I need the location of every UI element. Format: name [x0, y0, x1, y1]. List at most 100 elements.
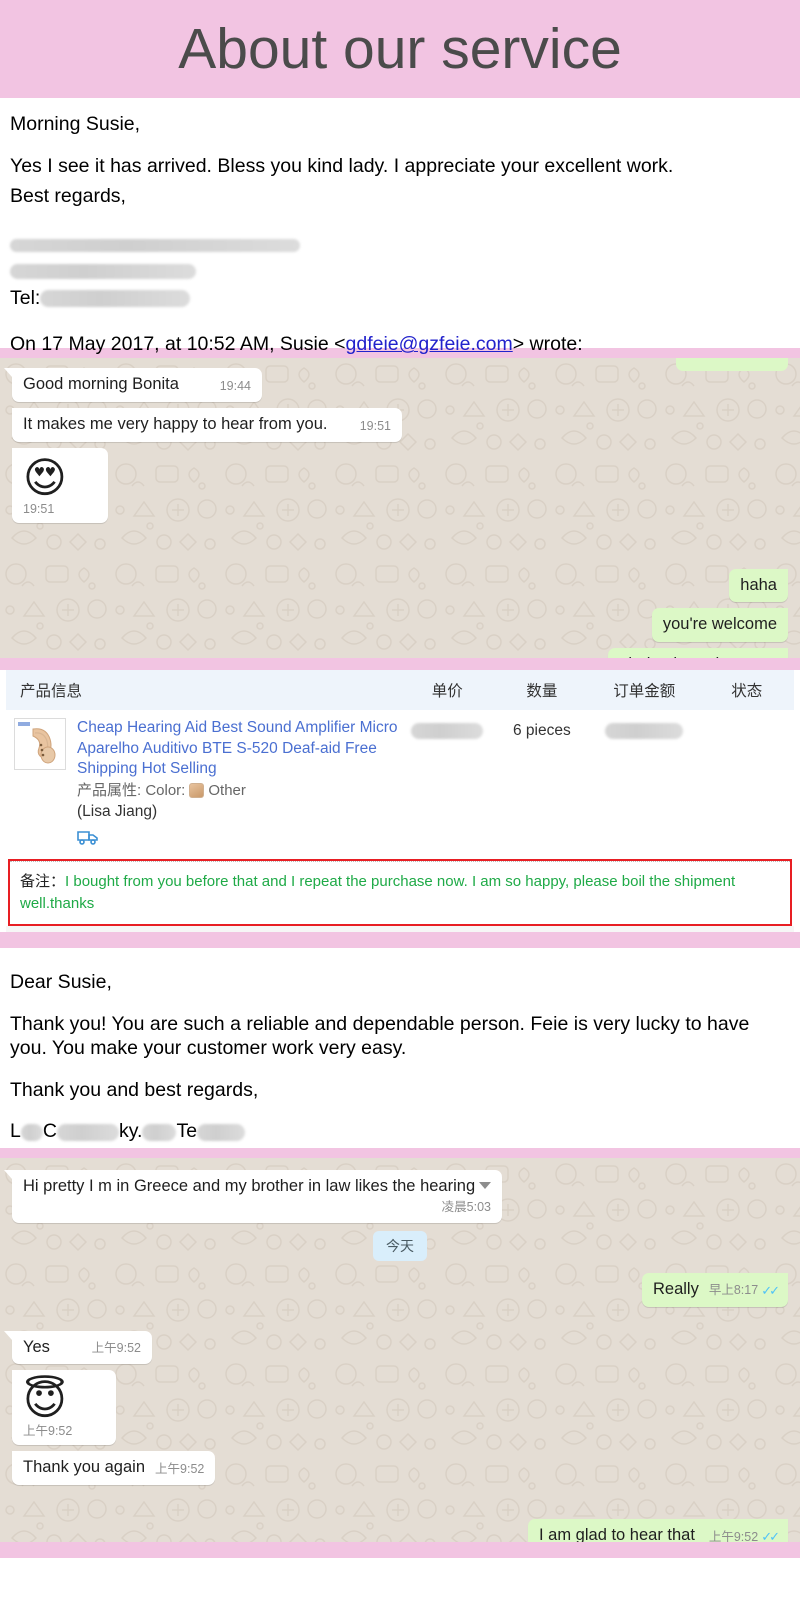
date-pill-label: 今天 — [373, 1230, 427, 1261]
product-info-cell: Cheap Hearing Aid Best Sound Amplifier M… — [6, 710, 400, 855]
bubble-timestamp: 凌晨5:03 — [441, 1199, 491, 1214]
chat-row: Yes 上午9:52 — [4, 1330, 788, 1365]
bubble-text: you're welcome — [662, 615, 777, 634]
chat-bubble-outgoing[interactable]: haha — [729, 568, 788, 603]
order-table-header: 产品信息 单价 数量 订单金额 状态 — [6, 670, 794, 710]
bubble-text: Yes — [23, 1337, 50, 1356]
email-bottom-greeting: Dear Susie, — [10, 971, 112, 993]
email-top: Morning Susie, Yes I see it has arrived.… — [0, 98, 800, 355]
chat-row: you're welcome — [12, 608, 788, 643]
chat-bubble-incoming[interactable]: Thank you again 上午9:52 — [12, 1451, 216, 1486]
chat-row: Good morning Bonita 19:44 — [4, 368, 788, 402]
quote-suffix: > wrote: — [512, 333, 583, 356]
bubble-text: Good morning Bonita — [23, 375, 179, 393]
product-title-link[interactable]: Cheap Hearing Aid Best Sound Amplifier M… — [77, 718, 400, 780]
color-swatch-icon — [189, 783, 205, 799]
chat-row: It makes me very happy to hear from you.… — [12, 407, 788, 442]
chat-bubble-outgoing[interactable]: glad to hear the news — [608, 648, 788, 658]
chat-row: haha — [12, 568, 788, 603]
read-receipt-icon: ✓✓ — [761, 1529, 780, 1542]
col-order-amount: 订单金额 — [589, 670, 700, 710]
chat-bubble-outgoing[interactable]: I am glad to hear that 上午9:52 ✓✓ — [528, 1519, 788, 1542]
chat-row: 😇 上午9:52 — [12, 1370, 788, 1446]
read-receipt-icon: ✓✓ — [761, 1283, 780, 1298]
bubble-text: Really — [653, 1279, 699, 1298]
timestamp-text: 上午9:52 — [708, 1529, 759, 1542]
bubble-text: I am glad to hear that — [539, 1526, 695, 1542]
chat-row: Really 早上8:17 ✓✓ — [12, 1272, 788, 1307]
col-quantity: 数量 — [494, 670, 590, 710]
col-unit-price: 单价 — [400, 670, 495, 710]
hearing-aid-image — [15, 719, 65, 769]
table-header-row: 产品信息 单价 数量 订单金额 状态 — [6, 670, 794, 710]
chat-bubble-incoming-truncated[interactable]: Hi pretty I m in Greece and my brother i… — [4, 1170, 502, 1223]
bubble-text: Hi pretty I m in Greece and my brother i… — [23, 1177, 475, 1195]
heart-eyes-emoji: 😍 — [23, 453, 67, 501]
quantity-cell: 6 pieces — [512, 722, 571, 739]
email-top-body: Yes I see it has arrived. Bless you kind… — [10, 154, 674, 177]
buyer-name: (Lisa Jiang) — [77, 802, 158, 820]
bubble-timestamp: 上午9:52 — [23, 1424, 73, 1439]
email-top-signoff: Best regards, — [10, 185, 126, 208]
chat-row: glad to hear the news — [12, 648, 788, 658]
chat-panel-bottom: Hi pretty I m in Greece and my brother i… — [0, 1158, 800, 1542]
bubble-timestamp: 19:44 — [219, 378, 251, 393]
bubble-text: Thank you again — [23, 1458, 146, 1477]
chat-row: Thank you again 上午9:52 — [12, 1451, 788, 1486]
chat-bubble-outgoing[interactable]: Really 早上8:17 ✓✓ — [642, 1272, 788, 1307]
chat-bubble-incoming[interactable]: Good morning Bonita 19:44 — [4, 368, 262, 402]
email-top-tel-line: Tel: — [10, 286, 790, 311]
chat-row: Hi pretty I m in Greece and my brother i… — [4, 1170, 788, 1223]
email-bottom-body: Thank you! You are such a reliable and d… — [10, 1012, 750, 1060]
status-cell — [699, 710, 794, 855]
pink-separator-4 — [0, 1148, 800, 1158]
chat-bubble-outgoing[interactable]: you're welcome — [651, 608, 788, 643]
product-attr-value: Other — [208, 781, 246, 799]
product-attr-label: 产品属性: Color: — [77, 781, 186, 799]
sender-email-link[interactable]: gdfeie@gzfeie.com — [346, 333, 513, 355]
chat-row: I am glad to hear that 上午9:52 ✓✓ — [12, 1519, 788, 1542]
timestamp-text: 早上8:17 — [708, 1283, 759, 1298]
chat-date-divider: 今天 — [12, 1230, 788, 1261]
shipping-truck-icon[interactable] — [77, 829, 400, 851]
email-top-tel-label: Tel: — [10, 286, 41, 309]
bubble-text: glad to hear the news — [619, 655, 777, 658]
sig-part-3: ky. — [118, 1120, 143, 1143]
unit-price-cell — [400, 710, 495, 855]
quote-prefix: On 17 May 2017, at 10:52 AM, Susie < — [10, 333, 346, 356]
order-table: 产品信息 单价 数量 订单金额 状态 Cheap Hearing Aid Bes… — [6, 670, 794, 855]
bubble-text: haha — [740, 575, 777, 594]
note-label: 备注： — [20, 873, 66, 891]
email-bottom-signoff: Thank you and best regards, — [10, 1078, 259, 1101]
bubble-text: It makes me very happy to hear from you. — [23, 414, 328, 433]
sig-part-2: C — [42, 1120, 57, 1143]
chat-bubble-incoming[interactable]: It makes me very happy to hear from you.… — [12, 407, 402, 442]
chevron-down-icon[interactable] — [479, 1182, 491, 1190]
order-amount-cell — [589, 710, 699, 855]
bubble-timestamp: 上午9:52 — [91, 1341, 141, 1356]
product-attributes: 产品属性: Color: Other — [77, 781, 400, 801]
order-detail-panel: 产品信息 单价 数量 订单金额 状态 Cheap Hearing Aid Bes… — [0, 670, 800, 942]
chat-panel-top: Good morning Bonita 19:44 It makes me ve… — [0, 358, 800, 658]
page-title: About our service — [178, 17, 622, 81]
email-bottom: Dear Susie, Thank you! You are such a re… — [0, 948, 800, 1148]
bubble-timestamp: 早上8:17 ✓✓ — [708, 1283, 780, 1300]
col-product-info: 产品信息 — [6, 670, 401, 710]
sig-part-1: L — [10, 1120, 21, 1143]
product-thumbnail[interactable] — [14, 718, 66, 770]
sig-part-4: Te — [176, 1120, 198, 1143]
order-note-content: 备注：I bought from you before that and I r… — [10, 861, 790, 924]
email-top-greeting: Morning Susie, — [10, 113, 141, 135]
bubble-timestamp: 19:51 — [23, 501, 55, 516]
chat-bubble-incoming[interactable]: Yes 上午9:52 — [4, 1330, 152, 1365]
email-bottom-redacted-signature: L Cky. Te — [10, 1119, 790, 1144]
chat-bubble-incoming-emoji[interactable]: 😍 19:51 — [12, 447, 108, 523]
halo-smile-emoji: 😇 — [23, 1376, 67, 1424]
bubble-timestamp: 上午9:52 ✓✓ — [708, 1529, 780, 1542]
order-note-box: 备注：I bought from you before that and I r… — [8, 859, 792, 926]
chat-bubble-incoming-emoji[interactable]: 😇 上午9:52 — [12, 1370, 116, 1446]
email-top-redacted-signature — [10, 233, 790, 282]
bubble-timestamp: 19:51 — [359, 418, 391, 433]
chat-row: 😍 19:51 — [12, 447, 788, 523]
page-banner: About our service — [0, 0, 800, 98]
